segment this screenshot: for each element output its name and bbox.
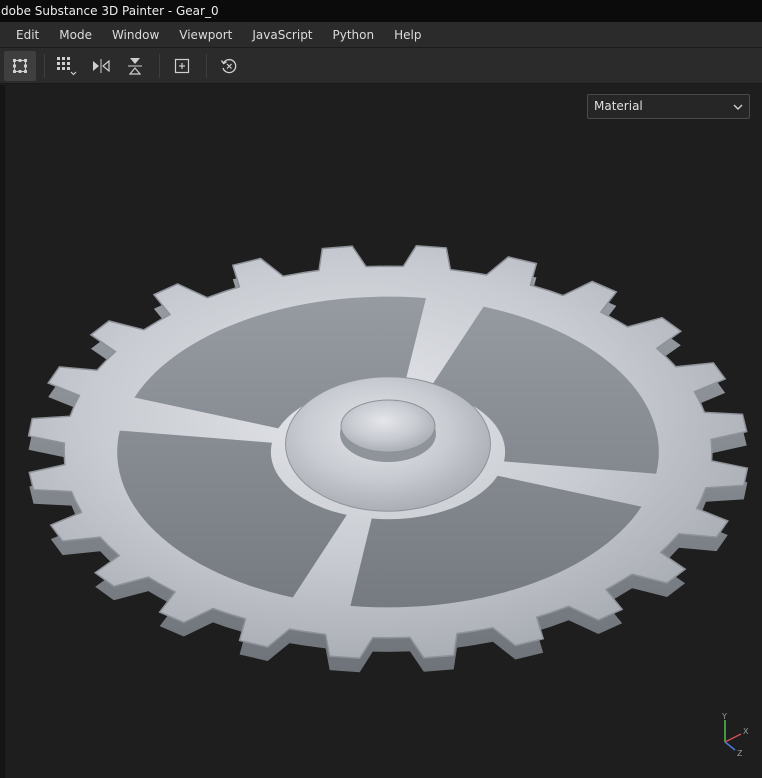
menu-window[interactable]: Window (102, 22, 169, 48)
toolbar-separator (206, 53, 207, 78)
display-mode-value: Material (594, 99, 643, 113)
axis-z-label: Z (737, 749, 743, 758)
chevron-down-icon (733, 104, 743, 110)
gear-model[interactable] (18, 230, 758, 700)
menu-mode[interactable]: Mode (49, 22, 102, 48)
axis-x-label: X (743, 727, 749, 736)
menu-python[interactable]: Python (323, 22, 385, 48)
grid-dropdown-icon (57, 56, 77, 75)
reset-history-button[interactable] (213, 51, 245, 81)
menu-javascript[interactable]: JavaScript (242, 22, 322, 48)
menu-viewport[interactable]: Viewport (169, 22, 242, 48)
mirror-vertical-button[interactable] (119, 51, 151, 81)
menu-bar: Edit Mode Window Viewport JavaScript Pyt… (0, 22, 762, 48)
display-mode-select[interactable]: Material (587, 94, 750, 119)
selection-grid-icon (13, 58, 27, 73)
frame-add-button[interactable] (166, 51, 198, 81)
axis-y-label: Y (721, 712, 727, 721)
reset-history-icon (220, 58, 237, 73)
toolbar-separator (159, 53, 160, 78)
window-title: dobe Substance 3D Painter - Gear_0 (0, 0, 762, 22)
grid-dropdown-button[interactable] (51, 51, 83, 81)
frame-add-icon (174, 58, 190, 73)
selection-grid-button[interactable] (4, 50, 36, 81)
mirror-horizontal-icon (93, 58, 110, 73)
mirror-horizontal-button[interactable] (85, 51, 117, 81)
axis-gizmo: Y X Z (721, 712, 749, 758)
viewport-toolbar (0, 48, 762, 84)
toolbar-separator (44, 53, 45, 78)
menu-help[interactable]: Help (384, 22, 431, 48)
menu-edit[interactable]: Edit (6, 22, 49, 48)
gear-cap-top (340, 399, 436, 453)
mirror-vertical-icon (128, 57, 142, 75)
